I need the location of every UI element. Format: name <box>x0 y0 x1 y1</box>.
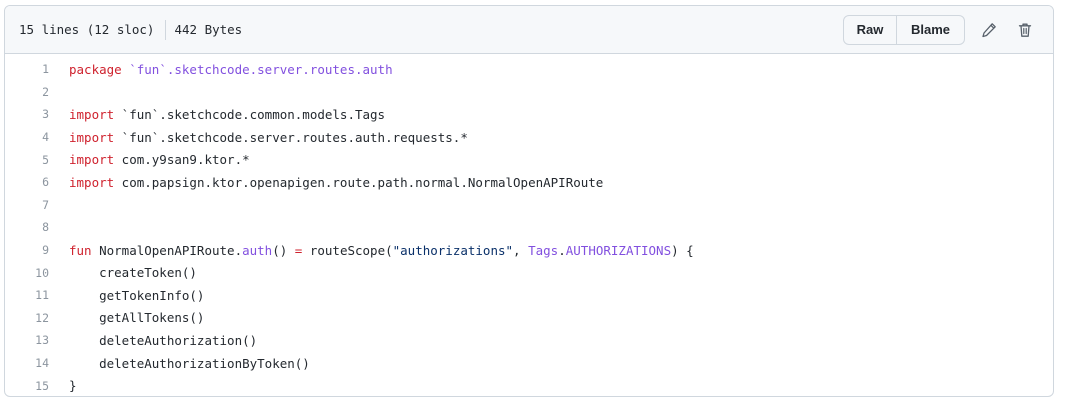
code-token: deleteAuthorizationByToken() <box>69 355 310 371</box>
file-info: 15 lines (12 sloc) 442 Bytes <box>19 19 243 40</box>
code-token: import <box>69 152 115 168</box>
code-token: fun <box>69 242 92 258</box>
file-header: 15 lines (12 sloc) 442 Bytes Raw Blame <box>5 6 1053 54</box>
code-token: import <box>69 174 115 190</box>
file-viewer: 15 lines (12 sloc) 442 Bytes Raw Blame 1… <box>4 5 1054 397</box>
line-number[interactable]: 2 <box>5 85 49 99</box>
line-number[interactable]: 9 <box>5 243 49 257</box>
line-number[interactable]: 15 <box>5 379 49 393</box>
code-body: 1 package `fun`.sketchcode.server.routes.… <box>5 54 1053 396</box>
line-content: } <box>49 378 77 393</box>
code-token: } <box>69 378 77 394</box>
line-content: import `fun`.sketchcode.server.routes.au… <box>49 130 468 145</box>
code-token: () <box>272 242 295 258</box>
line-content: createToken() <box>49 265 197 280</box>
code-token: getAllTokens() <box>69 310 205 326</box>
line-number[interactable]: 5 <box>5 153 49 167</box>
line-count: 15 lines (12 sloc) <box>19 22 155 37</box>
code-line: 8 <box>5 216 1053 239</box>
code-token: deleteAuthorization() <box>69 332 258 348</box>
file-size: 442 Bytes <box>174 22 243 37</box>
code-token: import <box>69 106 115 122</box>
code-line: 6 import com.papsign.ktor.openapigen.rout… <box>5 171 1053 194</box>
line-number[interactable]: 10 <box>5 266 49 280</box>
code-token: . <box>558 242 566 258</box>
line-number[interactable]: 6 <box>5 175 49 189</box>
line-number[interactable]: 12 <box>5 311 49 325</box>
code-line: 15} <box>5 374 1053 396</box>
code-token: auth <box>242 242 273 258</box>
code-token: "authorizations" <box>392 242 514 258</box>
trash-icon[interactable] <box>1013 18 1037 42</box>
code-token: package <box>69 61 122 77</box>
divider <box>165 19 167 40</box>
code-token: getTokenInfo() <box>69 287 205 303</box>
line-content: import `fun`.sketchcode.common.models.Ta… <box>49 107 385 122</box>
pencil-icon[interactable] <box>977 18 1001 42</box>
code-line: 14 deleteAuthorizationByToken() <box>5 352 1053 375</box>
code-token: NormalOpenAPIRoute. <box>91 242 243 258</box>
code-token: ) { <box>671 242 694 258</box>
code-line: 10 createToken() <box>5 261 1053 284</box>
code-line: 11 getTokenInfo() <box>5 284 1053 307</box>
code-token: `fun`.sketchcode.server.routes.auth.requ… <box>114 129 468 145</box>
line-number[interactable]: 14 <box>5 356 49 370</box>
line-content: import com.y9san9.ktor.* <box>49 152 250 167</box>
code-line: 3 import `fun`.sketchcode.common.models.T… <box>5 103 1053 126</box>
line-number[interactable]: 4 <box>5 130 49 144</box>
code-line: 1 package `fun`.sketchcode.server.routes.… <box>5 58 1053 81</box>
code-token: com.y9san9.ktor.* <box>114 152 250 168</box>
code-token: com.papsign.ktor.openapigen.route.path.n… <box>114 174 604 190</box>
code-token: , <box>513 242 529 258</box>
line-number[interactable]: 8 <box>5 220 49 234</box>
line-content: package `fun`.sketchcode.server.routes.a… <box>49 62 393 77</box>
line-content: fun NormalOpenAPIRoute.auth() = routeSco… <box>49 243 694 258</box>
code-token: AUTHORIZATIONS <box>565 242 672 258</box>
line-number[interactable]: 1 <box>5 62 49 76</box>
raw-button[interactable]: Raw <box>843 14 897 45</box>
code-line: 2 <box>5 81 1053 104</box>
code-token: `fun`.sketchcode.common.models.Tags <box>114 106 386 122</box>
line-content: getTokenInfo() <box>49 288 204 303</box>
line-number[interactable]: 7 <box>5 198 49 212</box>
view-button-group: Raw Blame <box>843 14 965 45</box>
line-content: deleteAuthorization() <box>49 333 257 348</box>
code-line: 4 import `fun`.sketchcode.server.routes.a… <box>5 126 1053 149</box>
code-token: Tags <box>528 242 559 258</box>
code-token: routeScope( <box>302 242 393 258</box>
code-token: `fun`.sketchcode.server.routes.auth <box>121 61 393 77</box>
code-line: 9 fun NormalOpenAPIRoute.auth() = routeSc… <box>5 239 1053 262</box>
line-number[interactable]: 11 <box>5 288 49 302</box>
code-line: 12 getAllTokens() <box>5 307 1053 330</box>
code-token: import <box>69 129 115 145</box>
line-content: deleteAuthorizationByToken() <box>49 356 310 371</box>
code-token: createToken() <box>69 265 197 281</box>
code-line: 13 deleteAuthorization() <box>5 329 1053 352</box>
line-number[interactable]: 13 <box>5 333 49 347</box>
line-content: getAllTokens() <box>49 310 204 325</box>
blame-button[interactable]: Blame <box>897 14 965 45</box>
file-actions: Raw Blame <box>843 14 1037 45</box>
line-number[interactable]: 3 <box>5 107 49 121</box>
code-line: 7 <box>5 194 1053 217</box>
code-line: 5 import com.y9san9.ktor.* <box>5 148 1053 171</box>
line-content: import com.papsign.ktor.openapigen.route… <box>49 175 603 190</box>
